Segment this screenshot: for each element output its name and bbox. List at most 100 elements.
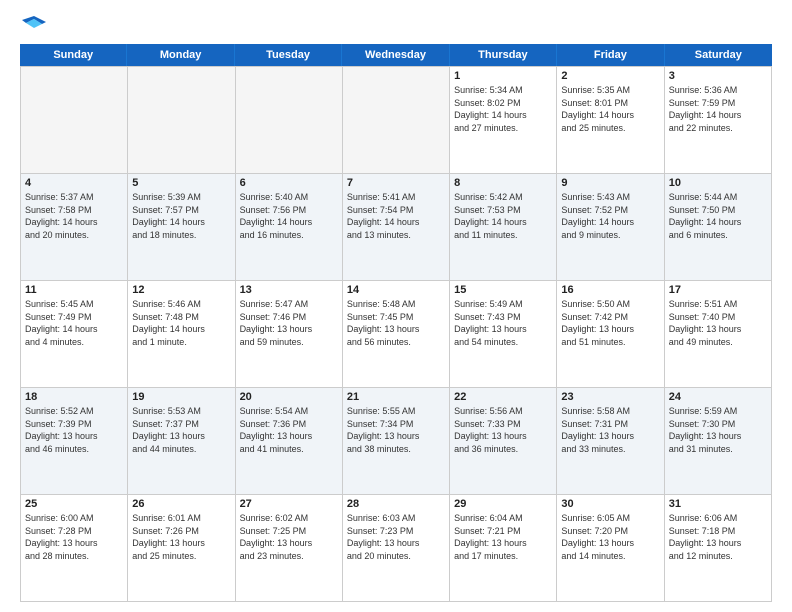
calendar-cell: 31Sunrise: 6:06 AM Sunset: 7:18 PM Dayli… (665, 495, 772, 601)
calendar-cell: 5 Sunrise: 5:39 AM Sunset: 7:57 PM Daylig… (128, 174, 235, 280)
cell-info: Sunrise: 5:56 AM Sunset: 7:33 PM Dayligh… (454, 405, 552, 455)
header-day-thursday: Thursday (450, 44, 557, 66)
day-number: 10 (669, 177, 767, 189)
cell-info: Sunrise: 5:50 AM Sunset: 7:42 PM Dayligh… (561, 298, 659, 348)
cell-info: Sunrise: 6:04 AM Sunset: 7:21 PM Dayligh… (454, 512, 552, 562)
day-number: 8 (454, 177, 552, 189)
calendar-cell (21, 67, 128, 173)
day-number: 25 (25, 498, 123, 510)
cell-info: Sunrise: 5:48 AM Sunset: 7:45 PM Dayligh… (347, 298, 445, 348)
day-number: 26 (132, 498, 230, 510)
calendar-row: 25Sunrise: 6:00 AM Sunset: 7:28 PM Dayli… (21, 495, 772, 602)
cell-info: Sunrise: 5:35 AM Sunset: 8:01 PM Dayligh… (561, 84, 659, 134)
header-day-sunday: Sunday (20, 44, 127, 66)
calendar-cell (128, 67, 235, 173)
calendar-cell: 6 Sunrise: 5:40 AM Sunset: 7:56 PM Daylig… (236, 174, 343, 280)
calendar-cell: 4 Sunrise: 5:37 AM Sunset: 7:58 PM Daylig… (21, 174, 128, 280)
cell-info: Sunrise: 5:49 AM Sunset: 7:43 PM Dayligh… (454, 298, 552, 348)
calendar-row: 18Sunrise: 5:52 AM Sunset: 7:39 PM Dayli… (21, 388, 772, 495)
calendar-cell: 14 Sunrise: 5:48 AM Sunset: 7:45 PM Dayli… (343, 281, 450, 387)
cell-info: Sunrise: 5:44 AM Sunset: 7:50 PM Dayligh… (669, 191, 767, 241)
logo-text (20, 16, 46, 34)
cell-info: Sunrise: 5:52 AM Sunset: 7:39 PM Dayligh… (25, 405, 123, 455)
day-number: 24 (669, 391, 767, 403)
day-number: 6 (240, 177, 338, 189)
cell-info: Sunrise: 5:46 AM Sunset: 7:48 PM Dayligh… (132, 298, 230, 348)
header-day-wednesday: Wednesday (342, 44, 449, 66)
day-number: 7 (347, 177, 445, 189)
day-number: 27 (240, 498, 338, 510)
calendar-cell: 13 Sunrise: 5:47 AM Sunset: 7:46 PM Dayli… (236, 281, 343, 387)
day-number: 29 (454, 498, 552, 510)
calendar-cell: 11Sunrise: 5:45 AM Sunset: 7:49 PM Dayli… (21, 281, 128, 387)
day-number: 13 (240, 284, 338, 296)
page: SundayMondayTuesdayWednesdayThursdayFrid… (0, 0, 792, 612)
cell-info: Sunrise: 5:39 AM Sunset: 7:57 PM Dayligh… (132, 191, 230, 241)
cell-info: Sunrise: 5:43 AM Sunset: 7:52 PM Dayligh… (561, 191, 659, 241)
calendar-cell: 30Sunrise: 6:05 AM Sunset: 7:20 PM Dayli… (557, 495, 664, 601)
calendar-cell: 29 Sunrise: 6:04 AM Sunset: 7:21 PM Dayli… (450, 495, 557, 601)
cell-info: Sunrise: 5:53 AM Sunset: 7:37 PM Dayligh… (132, 405, 230, 455)
calendar-cell: 1 Sunrise: 5:34 AM Sunset: 8:02 PM Daylig… (450, 67, 557, 173)
cell-info: Sunrise: 5:34 AM Sunset: 8:02 PM Dayligh… (454, 84, 552, 134)
logo-icon (22, 16, 46, 34)
day-number: 23 (561, 391, 659, 403)
calendar-cell: 15 Sunrise: 5:49 AM Sunset: 7:43 PM Dayli… (450, 281, 557, 387)
cell-info: Sunrise: 5:37 AM Sunset: 7:58 PM Dayligh… (25, 191, 123, 241)
calendar-cell: 18Sunrise: 5:52 AM Sunset: 7:39 PM Dayli… (21, 388, 128, 494)
day-number: 15 (454, 284, 552, 296)
calendar-cell: 3Sunrise: 5:36 AM Sunset: 7:59 PM Daylig… (665, 67, 772, 173)
calendar-row: 1 Sunrise: 5:34 AM Sunset: 8:02 PM Daylig… (21, 67, 772, 174)
cell-info: Sunrise: 5:51 AM Sunset: 7:40 PM Dayligh… (669, 298, 767, 348)
day-number: 4 (25, 177, 123, 189)
cell-info: Sunrise: 6:02 AM Sunset: 7:25 PM Dayligh… (240, 512, 338, 562)
cell-info: Sunrise: 5:41 AM Sunset: 7:54 PM Dayligh… (347, 191, 445, 241)
calendar-cell: 7 Sunrise: 5:41 AM Sunset: 7:54 PM Daylig… (343, 174, 450, 280)
day-number: 28 (347, 498, 445, 510)
calendar-cell: 25Sunrise: 6:00 AM Sunset: 7:28 PM Dayli… (21, 495, 128, 601)
day-number: 3 (669, 70, 767, 82)
cell-info: Sunrise: 5:47 AM Sunset: 7:46 PM Dayligh… (240, 298, 338, 348)
logo (20, 16, 46, 34)
cell-info: Sunrise: 6:01 AM Sunset: 7:26 PM Dayligh… (132, 512, 230, 562)
cell-info: Sunrise: 5:40 AM Sunset: 7:56 PM Dayligh… (240, 191, 338, 241)
day-number: 5 (132, 177, 230, 189)
day-number: 16 (561, 284, 659, 296)
calendar-cell: 26 Sunrise: 6:01 AM Sunset: 7:26 PM Dayli… (128, 495, 235, 601)
header-day-friday: Friday (557, 44, 664, 66)
calendar-body: 1 Sunrise: 5:34 AM Sunset: 8:02 PM Daylig… (20, 66, 772, 602)
cell-info: Sunrise: 6:06 AM Sunset: 7:18 PM Dayligh… (669, 512, 767, 562)
cell-info: Sunrise: 5:59 AM Sunset: 7:30 PM Dayligh… (669, 405, 767, 455)
cell-info: Sunrise: 5:55 AM Sunset: 7:34 PM Dayligh… (347, 405, 445, 455)
calendar-cell: 24 Sunrise: 5:59 AM Sunset: 7:30 PM Dayli… (665, 388, 772, 494)
header-day-tuesday: Tuesday (235, 44, 342, 66)
day-number: 2 (561, 70, 659, 82)
calendar: SundayMondayTuesdayWednesdayThursdayFrid… (20, 44, 772, 602)
calendar-cell: 23 Sunrise: 5:58 AM Sunset: 7:31 PM Dayli… (557, 388, 664, 494)
day-number: 17 (669, 284, 767, 296)
day-number: 9 (561, 177, 659, 189)
day-number: 1 (454, 70, 552, 82)
cell-info: Sunrise: 5:58 AM Sunset: 7:31 PM Dayligh… (561, 405, 659, 455)
calendar-cell: 12 Sunrise: 5:46 AM Sunset: 7:48 PM Dayli… (128, 281, 235, 387)
calendar-cell: 27 Sunrise: 6:02 AM Sunset: 7:25 PM Dayli… (236, 495, 343, 601)
calendar-cell: 28 Sunrise: 6:03 AM Sunset: 7:23 PM Dayli… (343, 495, 450, 601)
cell-info: Sunrise: 5:54 AM Sunset: 7:36 PM Dayligh… (240, 405, 338, 455)
calendar-cell: 21 Sunrise: 5:55 AM Sunset: 7:34 PM Dayli… (343, 388, 450, 494)
calendar-cell (343, 67, 450, 173)
day-number: 21 (347, 391, 445, 403)
calendar-cell: 19 Sunrise: 5:53 AM Sunset: 7:37 PM Dayli… (128, 388, 235, 494)
day-number: 14 (347, 284, 445, 296)
header-day-saturday: Saturday (665, 44, 772, 66)
calendar-cell: 10 Sunrise: 5:44 AM Sunset: 7:50 PM Dayli… (665, 174, 772, 280)
calendar-cell: 22Sunrise: 5:56 AM Sunset: 7:33 PM Dayli… (450, 388, 557, 494)
day-number: 20 (240, 391, 338, 403)
cell-info: Sunrise: 6:03 AM Sunset: 7:23 PM Dayligh… (347, 512, 445, 562)
day-number: 12 (132, 284, 230, 296)
calendar-header: SundayMondayTuesdayWednesdayThursdayFrid… (20, 44, 772, 66)
calendar-cell: 16 Sunrise: 5:50 AM Sunset: 7:42 PM Dayli… (557, 281, 664, 387)
calendar-cell: 9 Sunrise: 5:43 AM Sunset: 7:52 PM Daylig… (557, 174, 664, 280)
cell-info: Sunrise: 5:42 AM Sunset: 7:53 PM Dayligh… (454, 191, 552, 241)
day-number: 19 (132, 391, 230, 403)
calendar-cell (236, 67, 343, 173)
